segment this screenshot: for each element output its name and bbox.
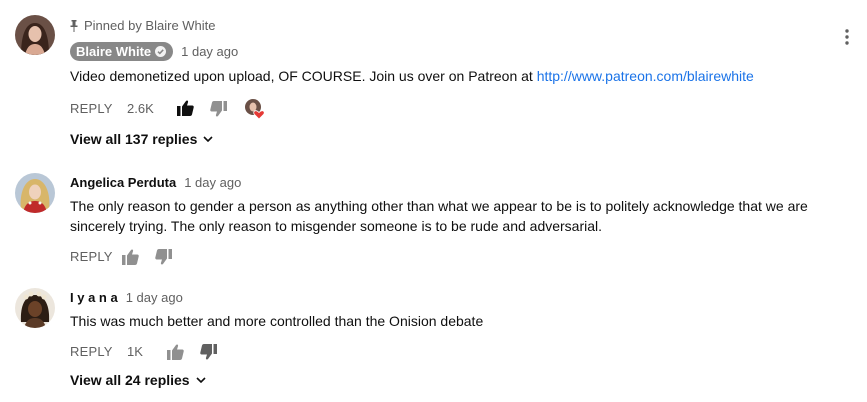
comment-header: Angelica Perduta 1 day ago — [70, 175, 241, 190]
action-bar: REPLY 2.6K — [70, 98, 290, 120]
comment-text: Video demonetized upon upload, OF COURSE… — [70, 66, 754, 86]
comment-time[interactable]: 1 day ago — [126, 290, 183, 305]
comment-text: This was much better and more controlled… — [70, 313, 484, 329]
like-count: 1K — [127, 344, 143, 359]
thumbs-down-icon[interactable] — [155, 249, 172, 265]
action-bar: REPLY 1K — [70, 341, 230, 361]
reply-button[interactable]: REPLY — [70, 101, 113, 116]
thumbs-up-icon[interactable] — [167, 344, 184, 360]
comment-time[interactable]: 1 day ago — [181, 44, 238, 59]
author-name: Blaire White — [76, 44, 152, 59]
view-replies-button[interactable]: View all 137 replies — [70, 131, 213, 147]
author-name[interactable]: Angelica Perduta — [70, 175, 176, 190]
pinned-label: Pinned by Blaire White — [84, 18, 216, 33]
action-bar: REPLY — [70, 246, 190, 266]
reply-button[interactable]: REPLY — [70, 344, 113, 359]
verified-check-icon — [155, 46, 167, 57]
thumbs-up-icon[interactable] — [177, 100, 194, 116]
avatar-angelica-perduta[interactable] — [15, 173, 55, 213]
avatar-blaire-white[interactable] — [15, 15, 55, 55]
thumbs-down-icon[interactable] — [210, 101, 227, 117]
thumbs-up-icon[interactable] — [122, 249, 139, 265]
view-replies-label: View all 137 replies — [70, 131, 198, 147]
chevron-down-icon — [203, 136, 213, 142]
patreon-link[interactable]: http://www.patreon.com/blairewhite — [537, 68, 754, 84]
view-replies-button[interactable]: View all 24 replies — [70, 372, 206, 388]
creator-heart-icon — [244, 98, 266, 120]
comment-text-prefix: Video demonetized upon upload, OF COURSE… — [70, 68, 537, 84]
view-replies-label: View all 24 replies — [70, 372, 190, 388]
comment-text: The only reason to gender a person as an… — [70, 198, 808, 234]
pinned-indicator: Pinned by Blaire White — [70, 18, 216, 33]
author-chip[interactable]: Blaire White — [70, 42, 174, 61]
author-name[interactable]: I y a n a — [70, 290, 118, 305]
comment-header: I y a n a 1 day ago — [70, 290, 183, 305]
more-vert-icon[interactable] — [845, 29, 849, 45]
comment-header: Blaire White 1 day ago — [70, 42, 238, 61]
avatar-iyana[interactable] — [15, 288, 55, 328]
like-count: 2.6K — [127, 101, 154, 116]
reply-button[interactable]: REPLY — [70, 249, 113, 264]
thumbs-down-icon[interactable] — [200, 344, 217, 360]
chevron-down-icon — [196, 377, 206, 383]
comment-time[interactable]: 1 day ago — [184, 175, 241, 190]
pin-icon — [70, 19, 78, 32]
